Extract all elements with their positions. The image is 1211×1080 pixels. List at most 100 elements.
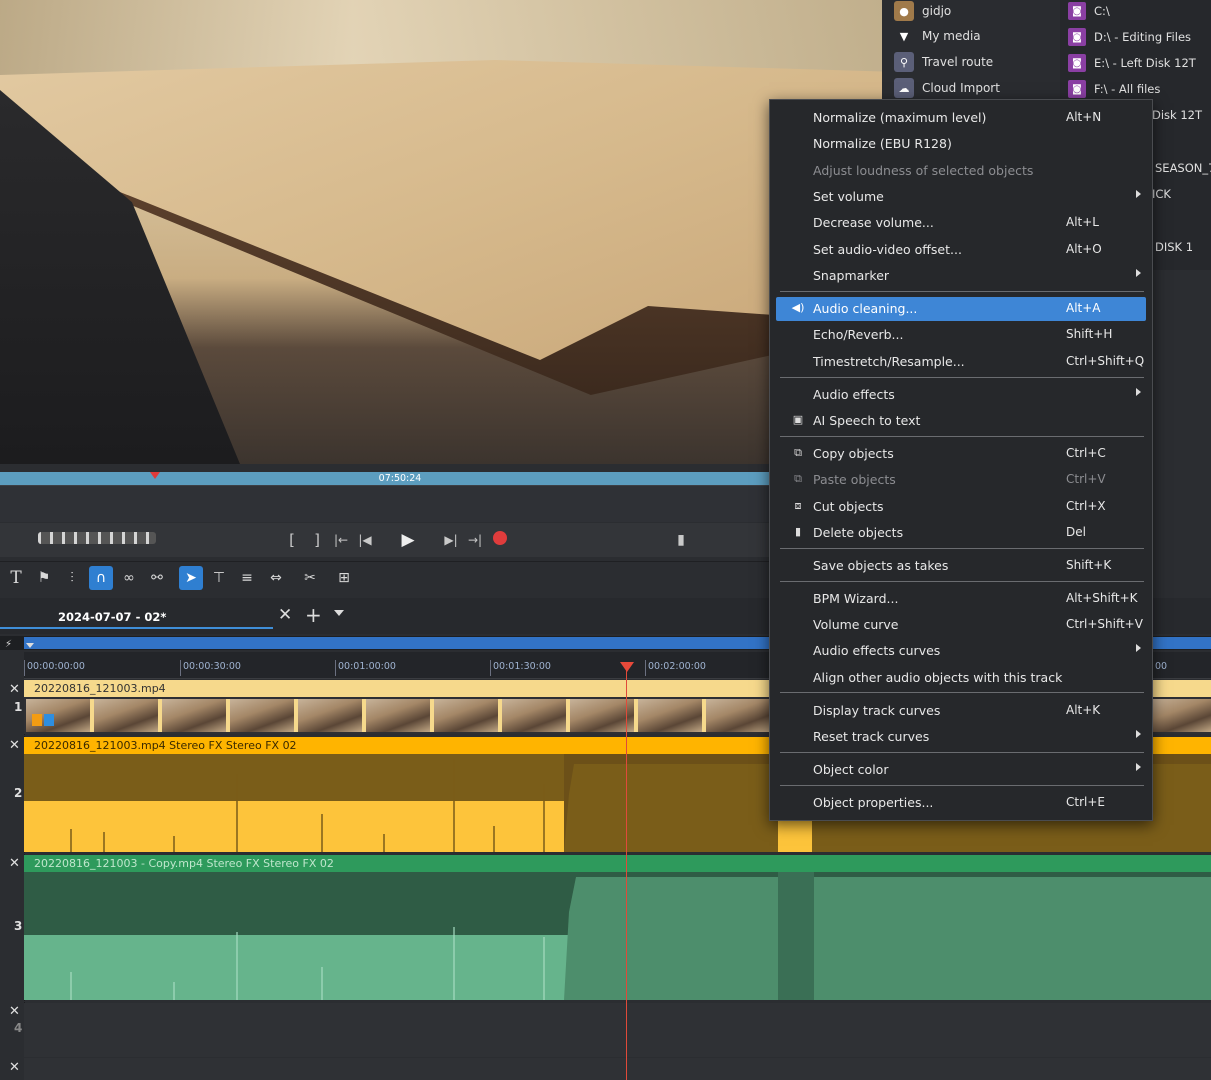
play-button[interactable]: ▶ bbox=[397, 523, 419, 557]
media-item-label: My media bbox=[922, 29, 981, 43]
playhead-handle-icon[interactable] bbox=[620, 662, 634, 672]
menu-item-ai-speech[interactable]: ▣ AI Speech to text bbox=[776, 409, 1146, 433]
media-item-label: Cloud Import bbox=[922, 81, 1000, 95]
drive-item-f[interactable]: ◙ F:\ - All files bbox=[1068, 78, 1160, 100]
menu-item-normalize-ebu[interactable]: Normalize (EBU R128) bbox=[776, 132, 1146, 156]
previous-button[interactable]: |◀ bbox=[355, 523, 375, 557]
video-thumbnail bbox=[570, 699, 638, 732]
menu-separator bbox=[780, 692, 1144, 693]
menu-label: Display track curves bbox=[813, 703, 941, 718]
menu-item-volume-curve[interactable]: Volume curve Ctrl+Shift+V bbox=[776, 613, 1146, 637]
video-thumbnail bbox=[94, 699, 162, 732]
scissors-icon[interactable]: ✂ bbox=[298, 566, 322, 590]
close-track-icon[interactable]: ✕ bbox=[9, 682, 20, 697]
menu-item-set-volume[interactable]: Set volume bbox=[776, 185, 1146, 209]
menu-item-copy[interactable]: ⧉ Copy objects Ctrl+C bbox=[776, 442, 1146, 466]
video-thumbnail bbox=[298, 699, 366, 732]
multi-track-icon[interactable]: ≡ bbox=[235, 566, 259, 590]
media-item-my-media[interactable]: ▼ My media bbox=[894, 24, 981, 48]
track-header-3[interactable]: ✕ 3 bbox=[0, 854, 25, 1001]
ruler-tick: 00:01:00:00 bbox=[335, 660, 396, 676]
drive-item-partial[interactable]: ICK bbox=[1152, 183, 1171, 205]
next-button[interactable]: ▶| bbox=[440, 523, 462, 557]
track-header-1[interactable]: ✕ 1 bbox=[0, 680, 25, 735]
drive-item-partial[interactable]: Disk 12T bbox=[1152, 104, 1202, 126]
media-item-user[interactable]: ● gidjo bbox=[894, 0, 951, 23]
menu-item-audio-effects-curves[interactable]: Audio effects curves bbox=[776, 639, 1146, 663]
mark-in-button[interactable]: [ bbox=[284, 523, 300, 557]
flag-icon[interactable]: ⚑ bbox=[32, 566, 56, 590]
chevron-down-icon[interactable] bbox=[26, 643, 34, 648]
drive-label: C:\ bbox=[1094, 4, 1110, 18]
snap-magnet-icon[interactable]: ∩ bbox=[89, 566, 113, 590]
close-track-icon[interactable]: ✕ bbox=[9, 856, 20, 871]
menu-item-audio-effects[interactable]: Audio effects bbox=[776, 383, 1146, 407]
jog-wheel[interactable] bbox=[38, 532, 156, 544]
menu-item-av-offset[interactable]: Set audio-video offset... Alt+O bbox=[776, 238, 1146, 262]
pointer-icon[interactable]: ➤ bbox=[179, 566, 203, 590]
empty-track-4[interactable] bbox=[24, 1003, 1211, 1057]
ruler-tick: 00:00:00:00 bbox=[24, 660, 85, 676]
split-icon[interactable]: ⊤ bbox=[207, 566, 231, 590]
menu-item-adjust-loudness[interactable]: Adjust loudness of selected objects bbox=[776, 159, 1146, 183]
menu-item-echo-reverb[interactable]: Echo/Reverb... Shift+H bbox=[776, 323, 1146, 347]
playhead-line[interactable] bbox=[626, 664, 627, 1080]
mark-out-button[interactable]: ] bbox=[309, 523, 325, 557]
menu-label: Normalize (EBU R128) bbox=[813, 136, 952, 151]
position-marker-icon[interactable] bbox=[150, 472, 160, 479]
menu-item-reset-track-curves[interactable]: Reset track curves bbox=[776, 725, 1146, 749]
empty-track-5[interactable] bbox=[24, 1058, 1211, 1080]
lightning-icon[interactable]: ⚡ bbox=[5, 639, 12, 650]
menu-item-object-properties[interactable]: Object properties... Ctrl+E bbox=[776, 791, 1146, 815]
menu-item-display-track-curves[interactable]: Display track curves Alt+K bbox=[776, 699, 1146, 723]
project-tab[interactable]: 2024-07-07 - 02* bbox=[58, 610, 166, 624]
drive-item-partial[interactable]: SEASON_7 bbox=[1155, 157, 1211, 179]
insert-icon[interactable]: ⊞ bbox=[332, 566, 356, 590]
close-tab-button[interactable]: ✕ bbox=[278, 605, 292, 625]
ruler-corner bbox=[0, 643, 34, 678]
chevron-down-icon[interactable] bbox=[334, 610, 344, 616]
link-icon[interactable]: ∞ bbox=[117, 566, 141, 590]
object-link-icon[interactable] bbox=[44, 714, 54, 726]
speech-icon: ▣ bbox=[792, 413, 804, 426]
close-track-icon[interactable]: ✕ bbox=[9, 1004, 20, 1019]
drive-item-c[interactable]: ◙ C:\ bbox=[1068, 0, 1110, 22]
map-pin-icon: ⚲ bbox=[894, 52, 914, 72]
menu-item-save-takes[interactable]: Save objects as takes Shift+K bbox=[776, 554, 1146, 578]
drive-item-partial[interactable]: DISK 1 bbox=[1155, 236, 1193, 258]
close-track-icon[interactable]: ✕ bbox=[9, 738, 20, 753]
menu-item-snapmarker[interactable]: Snapmarker bbox=[776, 264, 1146, 288]
track-header-4[interactable]: ✕ 4 bbox=[0, 1002, 25, 1057]
track-header-2[interactable]: ✕ 2 bbox=[0, 736, 25, 853]
add-tab-button[interactable]: + bbox=[305, 603, 322, 627]
menu-item-decrease-volume[interactable]: Decrease volume... Alt+L bbox=[776, 211, 1146, 235]
mixer-icon[interactable]: ⫶ bbox=[60, 566, 84, 590]
menu-item-normalize-max[interactable]: Normalize (maximum level) Alt+N bbox=[776, 106, 1146, 130]
volume-slider-icon[interactable]: ▮ bbox=[674, 523, 688, 557]
track-header-5[interactable]: ✕ bbox=[0, 1058, 25, 1080]
goto-end-button[interactable]: →| bbox=[464, 523, 486, 557]
track-number: 3 bbox=[14, 919, 23, 933]
media-item-travel-route[interactable]: ⚲ Travel route bbox=[894, 50, 993, 74]
menu-item-timestretch[interactable]: Timestretch/Resample... Ctrl+Shift+Q bbox=[776, 350, 1146, 374]
drive-item-d[interactable]: ◙ D:\ - Editing Files bbox=[1068, 26, 1191, 48]
video-preview[interactable] bbox=[0, 0, 882, 464]
record-button[interactable] bbox=[493, 531, 507, 545]
media-item-cloud-import[interactable]: ☁ Cloud Import bbox=[894, 76, 1000, 100]
menu-item-bpm-wizard[interactable]: BPM Wizard... Alt+Shift+K bbox=[776, 587, 1146, 611]
menu-item-delete[interactable]: ▮ Delete objects Del bbox=[776, 521, 1146, 545]
menu-item-paste[interactable]: ⧉ Paste objects Ctrl+V bbox=[776, 468, 1146, 492]
menu-item-align-audio[interactable]: Align other audio objects with this trac… bbox=[776, 666, 1146, 690]
menu-item-cut[interactable]: ⧈ Cut objects Ctrl+X bbox=[776, 495, 1146, 519]
drive-item-e[interactable]: ◙ E:\ - Left Disk 12T bbox=[1068, 52, 1196, 74]
audio-object-title[interactable]: 20220816_121003 - Copy.mp4 Stereo FX Ste… bbox=[24, 855, 1211, 872]
unlink-icon[interactable]: ⚯ bbox=[145, 566, 169, 590]
menu-item-audio-cleaning[interactable]: ◀) Audio cleaning... Alt+A bbox=[776, 297, 1146, 321]
object-fx-icon[interactable] bbox=[32, 714, 42, 726]
text-icon[interactable]: T bbox=[4, 566, 28, 590]
goto-start-button[interactable]: |← bbox=[330, 523, 352, 557]
ripple-icon[interactable]: ⇔ bbox=[264, 566, 288, 590]
menu-label: Reset track curves bbox=[813, 729, 930, 744]
menu-item-object-color[interactable]: Object color bbox=[776, 758, 1146, 782]
close-track-icon[interactable]: ✕ bbox=[9, 1060, 20, 1075]
